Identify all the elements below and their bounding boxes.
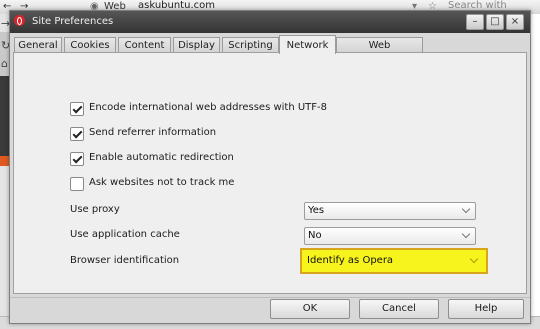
application-cache-value: No: [308, 230, 322, 241]
home-icon[interactable]: ⌂: [1, 58, 8, 70]
tab-general[interactable]: General: [14, 37, 62, 53]
network-panel: Encode international web addresses with …: [13, 52, 527, 294]
browser-identification-value: Identify as Opera: [307, 255, 394, 266]
use-proxy-label: Use proxy: [70, 204, 120, 215]
use-proxy-value: Yes: [308, 205, 325, 216]
close-button[interactable]: ×: [506, 14, 524, 30]
tab-web-applications[interactable]: Web Applications: [336, 37, 423, 66]
ok-button[interactable]: OK: [270, 299, 350, 319]
redirection-label: Enable automatic redirection: [89, 152, 234, 163]
chevron-down-icon: [469, 254, 479, 264]
opera-logo-icon: [14, 15, 25, 26]
do-not-track-label: Ask websites not to track me: [89, 177, 235, 188]
browser-identification-label: Browser identification: [70, 255, 180, 266]
tab-scripting[interactable]: Scripting: [222, 37, 279, 53]
tab-network[interactable]: Network: [279, 35, 336, 54]
utf8-label: Encode international web addresses with …: [89, 102, 328, 113]
tab-display[interactable]: Display: [173, 37, 220, 53]
referrer-label: Send referrer information: [89, 127, 217, 138]
tab-content[interactable]: Content: [118, 37, 171, 53]
application-cache-label: Use application cache: [70, 229, 180, 240]
referrer-checkbox[interactable]: [70, 127, 84, 141]
minimize-button[interactable]: –: [466, 14, 484, 30]
chevron-down-icon: [461, 229, 471, 239]
footer-divider: [10, 297, 530, 298]
use-proxy-select[interactable]: Yes: [304, 202, 476, 220]
dialog-titlebar[interactable]: Site Preferences – □ ×: [10, 11, 530, 33]
dialog-title: Site Preferences: [32, 16, 114, 27]
do-not-track-checkbox[interactable]: [70, 177, 84, 191]
maximize-button[interactable]: □: [486, 14, 504, 30]
site-preferences-dialog: Site Preferences – □ × General Cookies C…: [9, 10, 531, 324]
cancel-button[interactable]: Cancel: [359, 299, 439, 319]
chevron-down-icon: [461, 204, 471, 214]
browser-identification-select[interactable]: Identify as Opera: [300, 248, 488, 274]
utf8-checkbox[interactable]: [70, 102, 84, 116]
redirection-checkbox[interactable]: [70, 152, 84, 166]
tab-cookies[interactable]: Cookies: [64, 37, 116, 53]
help-button[interactable]: Help: [448, 299, 524, 319]
application-cache-select[interactable]: No: [304, 227, 476, 245]
